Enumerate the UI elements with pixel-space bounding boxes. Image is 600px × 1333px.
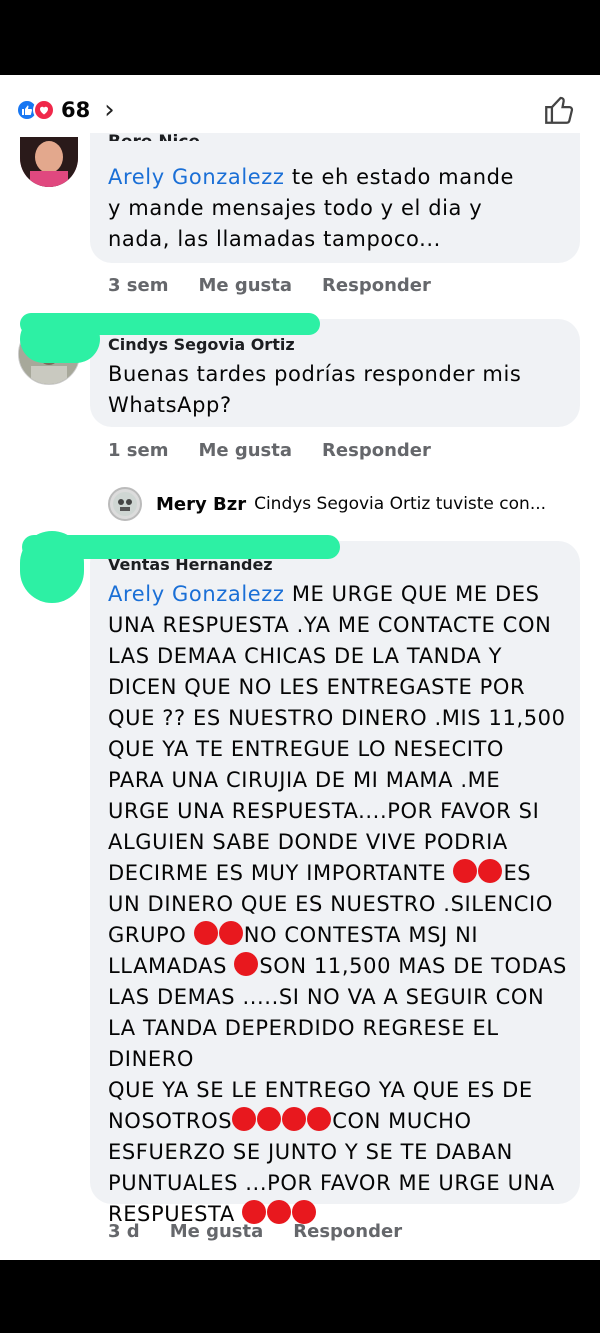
chevron-right-icon[interactable]: › xyxy=(104,97,114,123)
avatar[interactable] xyxy=(108,487,142,521)
comment-author[interactable]: Bere Nice xyxy=(108,127,200,141)
reaction-summary[interactable]: 68 › xyxy=(16,95,115,125)
comment-bubble: Cindys Segovia Ortiz Buenas tardes podrí… xyxy=(90,319,580,427)
like-button[interactable]: Me gusta xyxy=(198,440,292,461)
like-button[interactable]: Me gusta xyxy=(170,1221,264,1242)
red-circle-emoji xyxy=(193,921,218,945)
reply-author[interactable]: Mery Bzr xyxy=(156,494,246,515)
comments-panel: 68 › Bere Nice Arely Gonzalezz te eh est… xyxy=(0,75,600,1260)
reply-button[interactable]: Responder xyxy=(293,1221,402,1242)
red-circle-emoji xyxy=(257,1107,282,1131)
comment-timestamp: 3 d xyxy=(108,1221,140,1242)
comment-text: Arely Gonzalezz ME URGE QUE ME DES UNA R… xyxy=(108,582,567,1226)
comment-actions: 1 sem Me gusta Responder xyxy=(108,440,431,461)
avatar[interactable] xyxy=(20,137,78,187)
red-circle-emoji xyxy=(453,859,478,883)
reaction-count: 68 xyxy=(61,98,91,122)
comment-author[interactable]: Cindys Segovia Ortiz xyxy=(108,335,295,354)
reply-button[interactable]: Responder xyxy=(322,440,431,461)
red-circle-emoji xyxy=(307,1107,332,1131)
comment-bubble: Ventas Hernandez Arely Gonzalezz ME URGE… xyxy=(90,541,580,1226)
reply-snippet: Cindys Segovia Ortiz tuviste con... xyxy=(254,494,547,514)
reply-button[interactable]: Responder xyxy=(322,275,431,296)
comment-bubble: Bere Nice Arely Gonzalezz te eh estado m… xyxy=(90,132,580,263)
comment-actions: 3 d Me gusta Responder xyxy=(108,1221,402,1242)
red-circle-emoji xyxy=(218,921,243,945)
comment-text: Arely Gonzalezz te eh estado mande y man… xyxy=(108,165,515,251)
like-outline-icon[interactable] xyxy=(542,93,576,127)
reply-preview[interactable]: Mery Bzr Cindys Segovia Ortiz tuviste co… xyxy=(108,487,546,521)
comment-timestamp: 1 sem xyxy=(108,440,169,461)
redaction-mark xyxy=(20,315,100,363)
comment-actions: 3 sem Me gusta Responder xyxy=(108,275,431,296)
comment-text: Buenas tardes podrías responder mis What… xyxy=(108,362,522,417)
mention-link[interactable]: Arely Gonzalezz xyxy=(108,165,285,189)
red-circle-emoji xyxy=(232,1107,257,1131)
redaction-mark xyxy=(20,531,84,603)
red-circle-emoji xyxy=(282,1107,307,1131)
mention-link[interactable]: Arely Gonzalezz xyxy=(108,582,285,606)
red-circle-emoji xyxy=(234,952,259,976)
red-circle-emoji xyxy=(478,859,503,883)
like-button[interactable]: Me gusta xyxy=(198,275,292,296)
comment-timestamp: 3 sem xyxy=(108,275,169,296)
love-icon xyxy=(33,99,55,121)
